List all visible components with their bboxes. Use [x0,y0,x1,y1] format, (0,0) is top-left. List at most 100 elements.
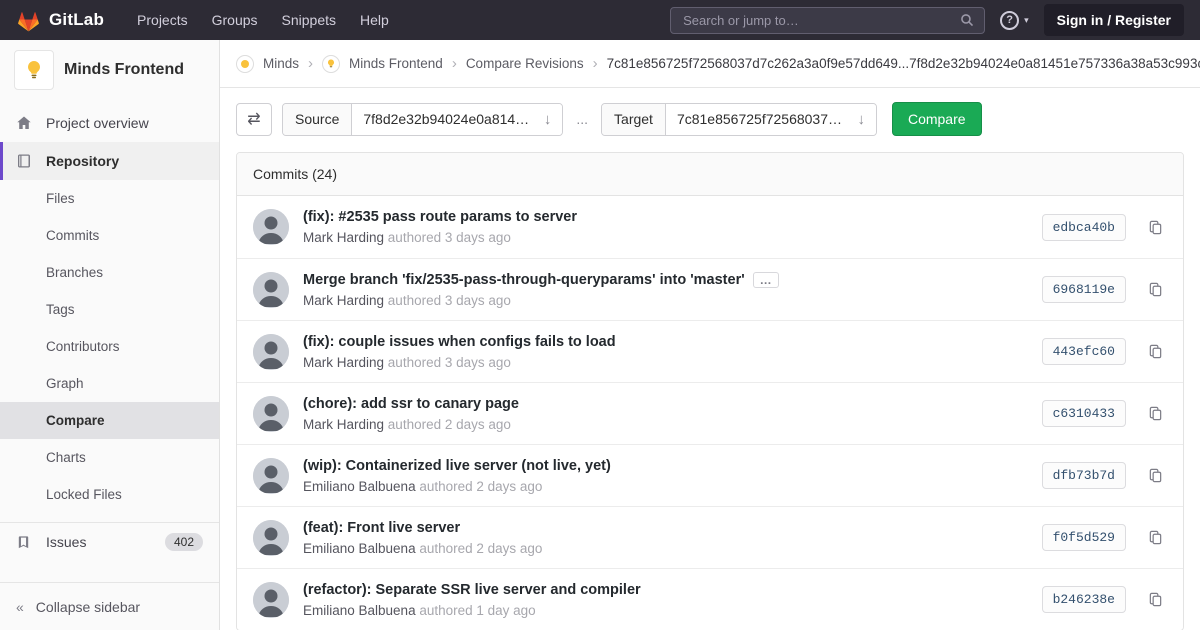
commit-expand-button[interactable]: … [752,271,779,288]
commit-author-link[interactable]: Mark Harding [303,230,384,245]
nav-item-projects[interactable]: Projects [126,6,199,34]
commit-author-link[interactable]: Emiliano Balbuena [303,603,416,618]
collapse-sidebar-button[interactable]: « Collapse sidebar [0,582,219,630]
commit-info: (fix): #2535 pass route params to server… [303,209,1028,245]
commit-title-link[interactable]: (feat): Front live server [303,520,460,536]
copy-commit-sha-button[interactable] [1144,464,1167,487]
sidebar-subitem-compare[interactable]: Compare [0,402,219,439]
commit-sha-link[interactable]: f0f5d529 [1041,524,1126,551]
project-title: Minds Frontend [64,61,184,78]
dropdown-arrow-icon: ↓ [543,110,552,128]
dropdown-arrow-icon: ↓ [857,110,865,128]
commit-title-link[interactable]: Merge branch 'fix/2535-pass-through-quer… [303,272,745,288]
breadcrumb-separator: › [451,55,457,72]
commit-sha-link[interactable]: dfb73b7d [1041,462,1126,489]
target-group: Target 7c81e856725f72568037… ↓ [601,102,877,136]
commit-author-avatar[interactable] [253,333,289,370]
copy-commit-sha-button[interactable] [1144,526,1167,549]
issues-count-badge: 402 [164,533,203,551]
commit-row: (wip): Containerized live server (not li… [237,444,1183,506]
commit-title-link[interactable]: (fix): couple issues when configs fails … [303,334,616,350]
sidebar-subitem-branches[interactable]: Branches [0,254,219,291]
commit-author-link[interactable]: Mark Harding [303,355,384,370]
sidebar-subitem-contributors[interactable]: Contributors [0,328,219,365]
range-dots-separator: ... [576,111,589,127]
commit-meta: Emiliano Balbuena authored 2 days ago [303,541,1028,556]
commit-author-link[interactable]: Mark Harding [303,293,384,308]
search-input[interactable] [681,11,953,29]
commit-sha-link[interactable]: 6968119e [1041,276,1126,303]
sidebar-subitem-charts[interactable]: Charts [0,439,219,476]
gitlab-compare-page: GitLab Projects Groups Snippets Help ? ▾… [0,0,1200,630]
copy-commit-sha-button[interactable] [1144,216,1167,239]
commit-title-link[interactable]: (wip): Containerized live server (not li… [303,458,611,474]
sidebar-subitem-tags[interactable]: Tags [0,291,219,328]
commit-sha-link[interactable]: 443efc60 [1041,338,1126,365]
copy-commit-sha-button[interactable] [1144,278,1167,301]
nav-item-help[interactable]: Help [349,6,400,34]
question-icon: ? [1000,10,1020,30]
sidebar-item-project-overview[interactable]: Project overview [0,104,219,142]
commit-author-link[interactable]: Emiliano Balbuena [303,479,416,494]
commit-row: (refactor): Separate SSR live server and… [237,568,1183,630]
commit-author-link[interactable]: Mark Harding [303,417,384,432]
sign-in-register-button[interactable]: Sign in / Register [1043,4,1184,36]
chevron-down-icon: ▾ [1024,14,1029,25]
copy-commit-sha-button[interactable] [1144,340,1167,363]
commit-authored-ago: authored 1 day ago [419,602,536,618]
main-content: Minds › Minds Frontend › Compare Revisio… [220,40,1200,630]
swap-revisions-button[interactable]: ⇄ [236,102,272,136]
sidebar-item-label: Project overview [46,115,149,131]
commit-authored-ago: authored 2 days ago [419,478,543,494]
commit-title-link[interactable]: (refactor): Separate SSR live server and… [303,582,641,598]
commit-row: (chore): add ssr to canary page Mark Har… [237,382,1183,444]
sidebar-item-repository[interactable]: Repository [0,142,219,180]
breadcrumb-item-minds[interactable]: Minds [263,56,299,71]
sidebar-subitem-files[interactable]: Files [0,180,219,217]
commit-sha-link[interactable]: c6310433 [1041,400,1126,427]
commit-title-link[interactable]: (chore): add ssr to canary page [303,396,519,412]
sidebar-subitem-locked-files[interactable]: Locked Files [0,476,219,513]
lightbulb-icon [22,58,46,82]
commit-author-avatar[interactable] [253,271,289,308]
help-menu-button[interactable]: ? ▾ [1000,10,1029,30]
sidebar-subitem-graph[interactable]: Graph [0,365,219,402]
commit-row: (feat): Front live server Emiliano Balbu… [237,506,1183,568]
compare-button[interactable]: Compare [891,102,982,136]
copy-commit-sha-button[interactable] [1144,402,1167,425]
nav-item-groups[interactable]: Groups [201,6,269,34]
breadcrumb-item-minds-frontend[interactable]: Minds Frontend [349,56,443,71]
commit-row: (fix): #2535 pass route params to server… [237,196,1183,258]
commit-author-avatar[interactable] [253,395,289,432]
commit-author-link[interactable]: Emiliano Balbuena [303,541,416,556]
sidebar-subitem-commits[interactable]: Commits [0,217,219,254]
commit-title-link[interactable]: (fix): #2535 pass route params to server [303,209,577,225]
commit-author-avatar[interactable] [253,209,289,245]
gitlab-home-link[interactable]: GitLab [16,9,104,32]
target-ref-dropdown[interactable]: 7c81e856725f72568037… ↓ [665,103,876,135]
nav-item-snippets[interactable]: Snippets [271,6,347,34]
commit-author-avatar[interactable] [253,457,289,494]
breadcrumb-separator: › [308,55,314,72]
minds-frontend-avatar-icon [322,54,341,73]
copy-commit-sha-button[interactable] [1144,588,1167,611]
breadcrumb-item-compare-revisions[interactable]: Compare Revisions [466,56,584,71]
source-ref-dropdown[interactable]: 7f8d2e32b94024e0a814… ↓ [352,103,563,135]
commit-meta: Emiliano Balbuena authored 2 days ago [303,479,1028,494]
commit-sha-link[interactable]: edbca40b [1041,213,1126,241]
commit-authored-ago: authored 2 days ago [419,540,543,556]
commit-sha-link[interactable]: b246238e [1041,586,1126,613]
sidebar-item-issues[interactable]: Issues 402 [0,523,219,561]
project-context-header[interactable]: Minds Frontend [0,40,219,98]
top-navbar: GitLab Projects Groups Snippets Help ? ▾… [0,0,1200,40]
search-icon [960,13,974,27]
clipboard-icon [1148,344,1163,359]
clipboard-icon [1148,592,1163,607]
commit-author-avatar[interactable] [253,581,289,618]
global-search[interactable] [670,6,986,34]
commit-author-avatar[interactable] [253,519,289,556]
sidebar-nav: Project overview Repository Files Commit… [0,98,219,630]
collapse-sidebar-label: Collapse sidebar [35,598,141,615]
commit-info: (feat): Front live server Emiliano Balbu… [303,520,1028,556]
clipboard-icon [1148,282,1163,297]
